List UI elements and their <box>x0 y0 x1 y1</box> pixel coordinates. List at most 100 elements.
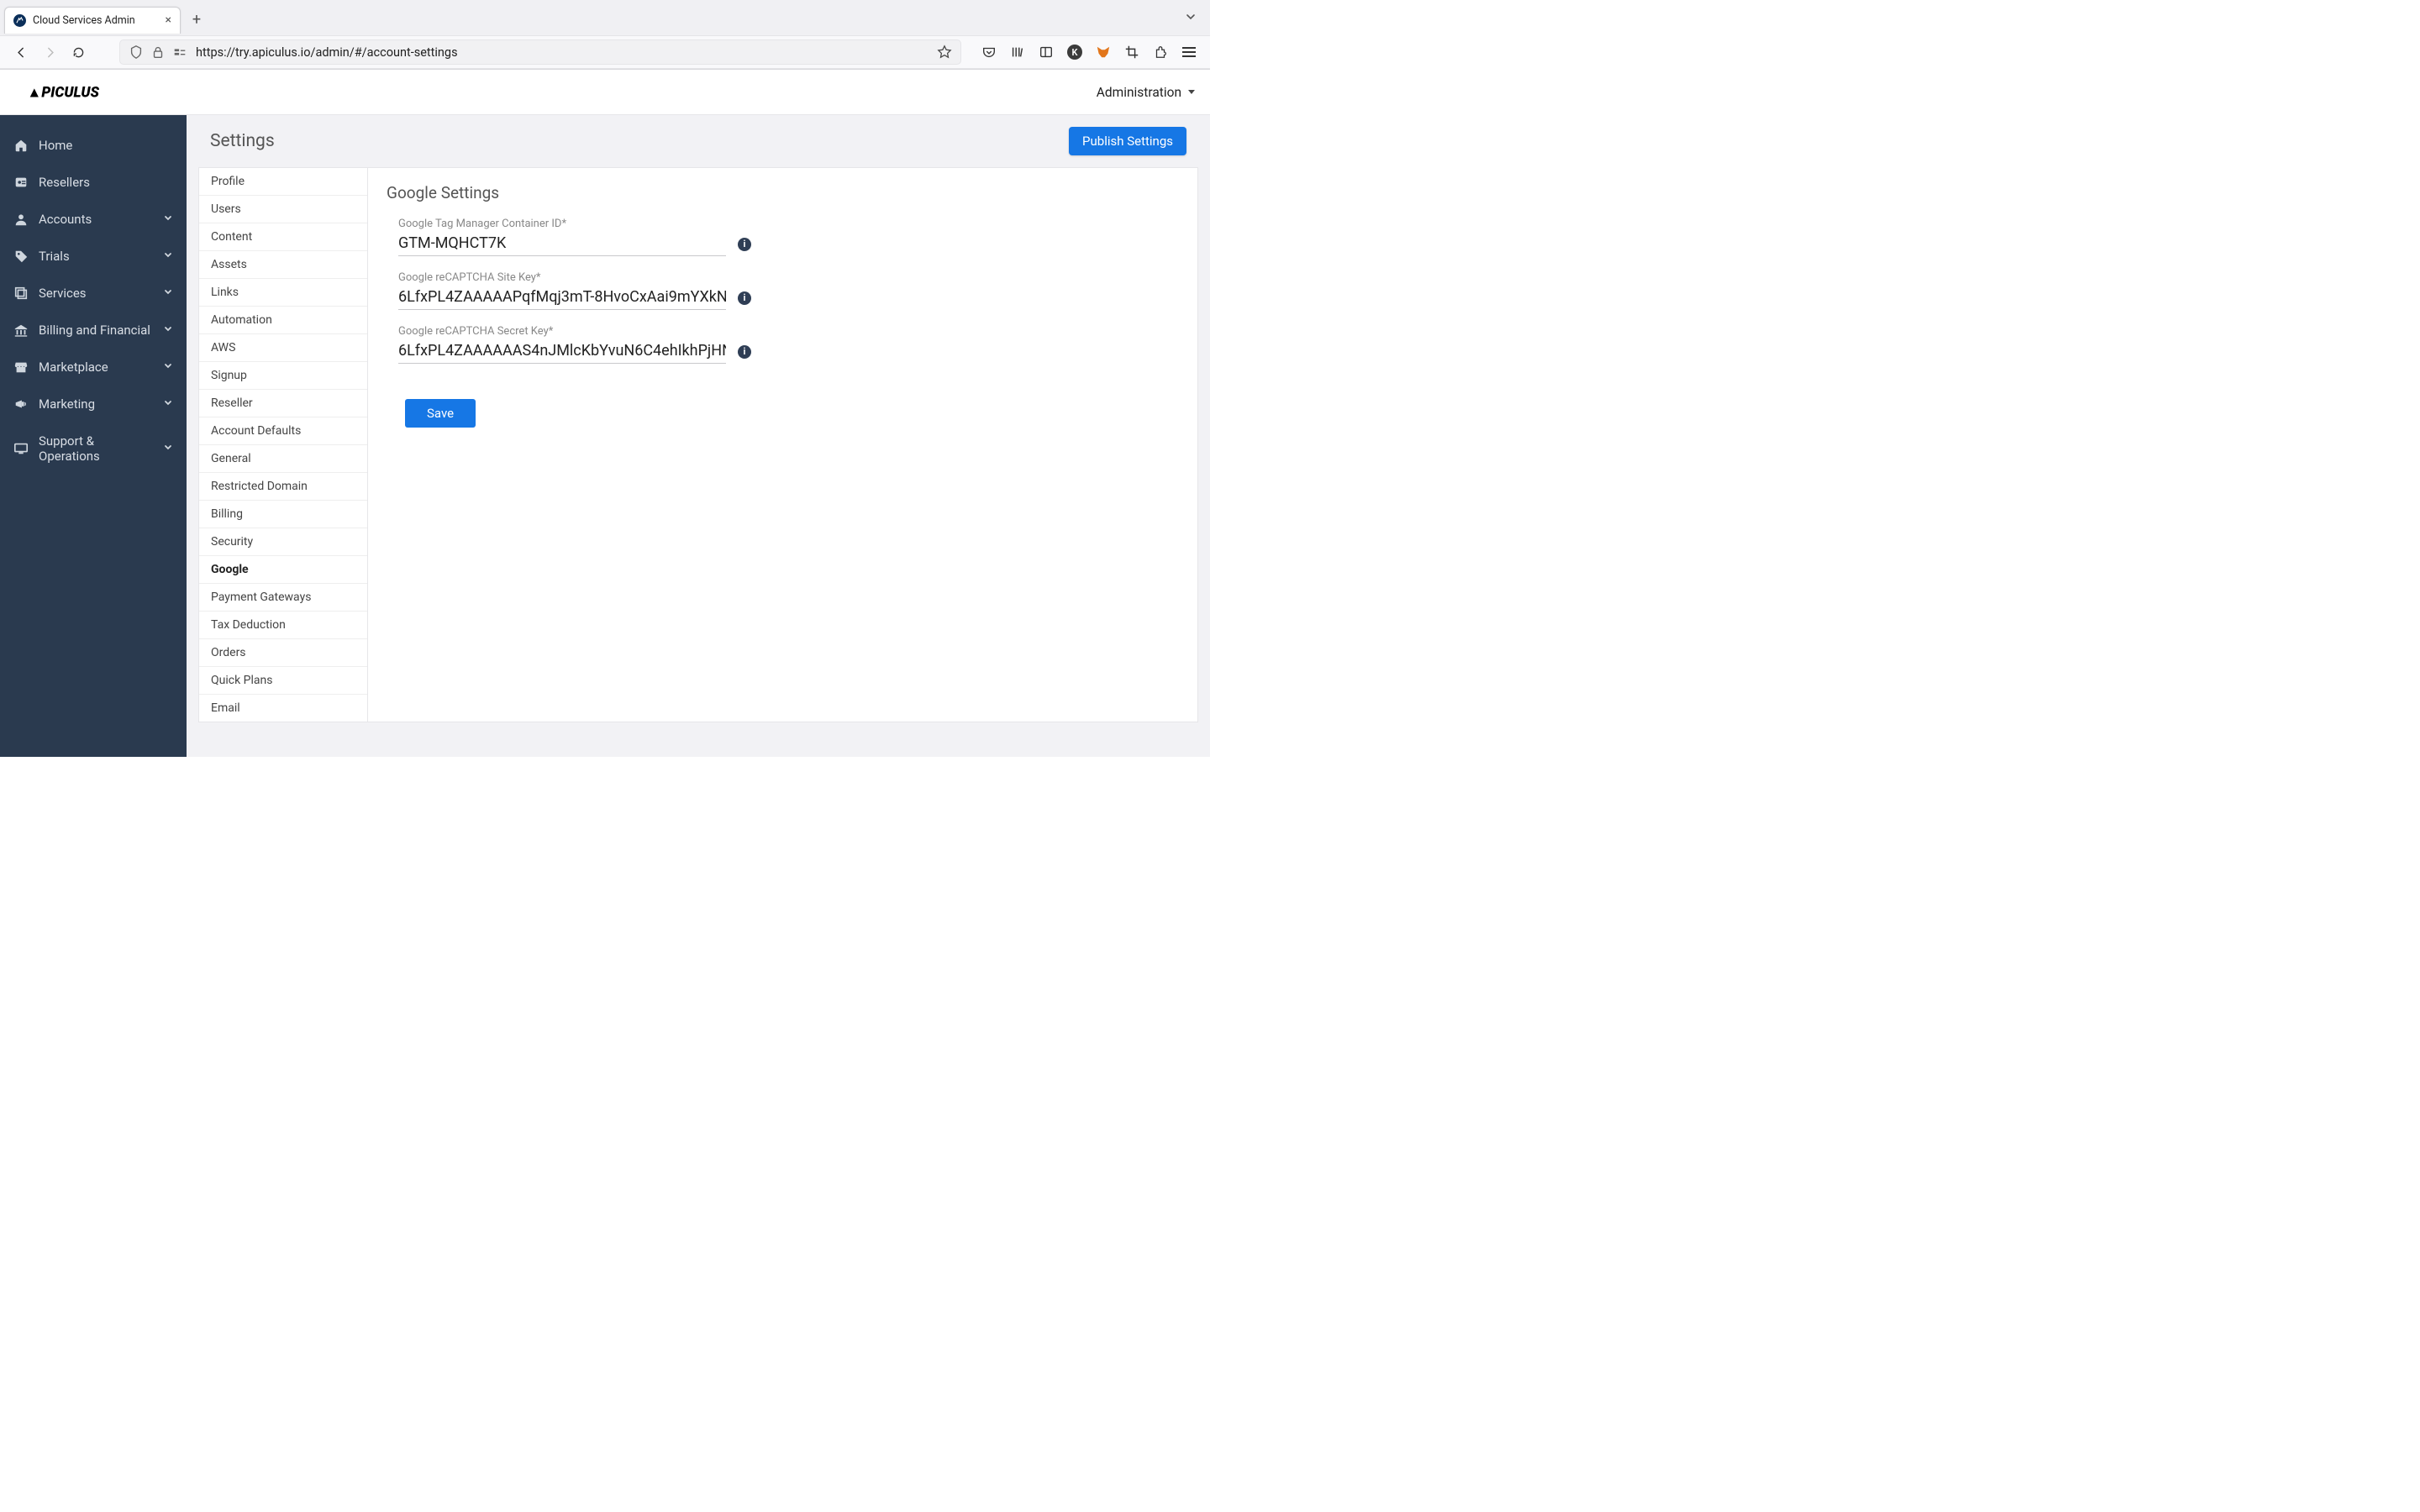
settings-nav-content[interactable]: Content <box>199 223 367 251</box>
field-label: Google Tag Manager Container ID* <box>398 218 751 230</box>
sidebar-item-label: Marketing <box>39 396 95 412</box>
settings-nav-tax-deduction[interactable]: Tax Deduction <box>199 612 367 639</box>
publish-settings-button[interactable]: Publish Settings <box>1069 127 1186 155</box>
settings-nav-payment-gateways[interactable]: Payment Gateways <box>199 584 367 612</box>
settings-nav-security[interactable]: Security <box>199 528 367 556</box>
google-settings-heading: Google Settings <box>387 183 1179 202</box>
sidebar-item-label: Home <box>39 138 72 153</box>
tab-strip: Cloud Services Admin × + <box>0 0 1210 35</box>
settings-panel: Google Settings Google Tag Manager Conta… <box>368 167 1198 722</box>
settings-nav-assets[interactable]: Assets <box>199 251 367 279</box>
field-input-2[interactable] <box>398 339 726 364</box>
sidebar-item-accounts[interactable]: Accounts <box>0 201 187 238</box>
sidebar-item-services[interactable]: Services <box>0 275 187 312</box>
url-input[interactable] <box>196 45 929 60</box>
megaphone-icon <box>13 396 29 412</box>
content-area: Settings Publish Settings ProfileUsersCo… <box>187 115 1210 757</box>
settings-nav-general[interactable]: General <box>199 445 367 473</box>
sidebar-item-resellers[interactable]: Resellers <box>0 164 187 201</box>
field-input-0[interactable] <box>398 232 726 256</box>
chevron-down-icon <box>163 286 173 301</box>
tag-icon <box>13 249 29 264</box>
sidebar-item-billing-and-financial[interactable]: Billing and Financial <box>0 312 187 349</box>
tabs-overflow-button[interactable] <box>1185 10 1197 26</box>
home-icon <box>13 138 29 153</box>
field-input-1[interactable] <box>398 286 726 310</box>
forward-button[interactable] <box>37 39 62 65</box>
sidebar-item-label: Marketplace <box>39 360 108 375</box>
lock-icon[interactable] <box>150 45 166 60</box>
library-icon[interactable] <box>1010 45 1025 60</box>
settings-nav-quick-plans[interactable]: Quick Plans <box>199 667 367 695</box>
menu-button[interactable] <box>1181 45 1197 60</box>
pocket-icon[interactable] <box>981 45 997 60</box>
sidebar-item-label: Billing and Financial <box>39 323 150 338</box>
page-title: Settings <box>210 131 275 151</box>
close-icon[interactable]: × <box>166 14 171 26</box>
settings-header: Settings Publish Settings <box>187 115 1210 167</box>
chevron-down-icon <box>163 323 173 338</box>
form-field: Google reCAPTCHA Secret Key* i <box>398 325 751 364</box>
chevron-down-icon <box>163 249 173 264</box>
sidebar-item-marketplace[interactable]: Marketplace <box>0 349 187 386</box>
back-button[interactable] <box>8 39 34 65</box>
permissions-icon[interactable] <box>172 45 187 60</box>
administration-label: Administration <box>1097 85 1181 100</box>
address-bar[interactable] <box>119 39 961 65</box>
field-label: Google reCAPTCHA Secret Key* <box>398 325 751 338</box>
puzzle-icon[interactable] <box>1153 45 1168 60</box>
reload-button[interactable] <box>66 39 91 65</box>
save-button[interactable]: Save <box>405 399 476 428</box>
settings-nav-billing[interactable]: Billing <box>199 501 367 528</box>
shield-icon[interactable] <box>129 45 144 60</box>
layers-icon <box>13 286 29 301</box>
settings-nav-orders[interactable]: Orders <box>199 639 367 667</box>
settings-nav-google[interactable]: Google <box>199 556 367 584</box>
sidebar-item-label: Trials <box>39 249 70 264</box>
settings-nav-email[interactable]: Email <box>199 695 367 722</box>
settings-nav-reseller[interactable]: Reseller <box>199 390 367 417</box>
form-field: Google Tag Manager Container ID* i <box>398 218 751 256</box>
settings-nav-account-defaults[interactable]: Account Defaults <box>199 417 367 445</box>
app-header: ▲PICULUS Administration <box>0 70 1210 115</box>
info-icon[interactable]: i <box>738 345 751 359</box>
settings-nav: ProfileUsersContentAssetsLinksAutomation… <box>198 167 368 722</box>
tab-favicon-icon <box>13 14 26 27</box>
monitor-icon <box>13 441 29 456</box>
settings-nav-automation[interactable]: Automation <box>199 307 367 334</box>
svg-text:▲PICULUS: ▲PICULUS <box>27 84 99 101</box>
settings-nav-users[interactable]: Users <box>199 196 367 223</box>
sidebar-item-marketing[interactable]: Marketing <box>0 386 187 423</box>
new-tab-button[interactable]: + <box>186 9 208 31</box>
info-icon[interactable]: i <box>738 291 751 305</box>
extensions-group: K <box>973 45 1202 60</box>
settings-nav-profile[interactable]: Profile <box>199 168 367 196</box>
extension-k-icon[interactable]: K <box>1067 45 1082 60</box>
settings-nav-signup[interactable]: Signup <box>199 362 367 390</box>
bookmark-star-icon[interactable] <box>937 45 952 60</box>
info-icon[interactable]: i <box>738 238 751 251</box>
sidebar-toggle-icon[interactable] <box>1039 45 1054 60</box>
badge-icon <box>13 175 29 190</box>
metamask-icon[interactable] <box>1096 45 1111 60</box>
sidebar-item-home[interactable]: Home <box>0 127 187 164</box>
form-field: Google reCAPTCHA Site Key*i <box>398 271 751 310</box>
brand-logo[interactable]: ▲PICULUS <box>24 83 150 102</box>
administration-dropdown[interactable]: Administration <box>1097 85 1195 100</box>
user-icon <box>13 212 29 227</box>
settings-nav-restricted-domain[interactable]: Restricted Domain <box>199 473 367 501</box>
sidebar-item-label: Resellers <box>39 175 90 190</box>
toolbar: K <box>0 35 1210 69</box>
sidebar-item-support-operations[interactable]: Support & Operations <box>0 423 187 475</box>
sidebar-item-label: Accounts <box>39 212 92 227</box>
sidebar-item-trials[interactable]: Trials <box>0 238 187 275</box>
browser-chrome: Cloud Services Admin × + <box>0 0 1210 70</box>
settings-nav-links[interactable]: Links <box>199 279 367 307</box>
chevron-down-icon <box>163 212 173 227</box>
crop-icon[interactable] <box>1124 45 1139 60</box>
chevron-down-icon <box>163 441 173 456</box>
sidebar-item-label: Support & Operations <box>39 433 153 464</box>
settings-nav-aws[interactable]: AWS <box>199 334 367 362</box>
store-icon <box>13 360 29 375</box>
browser-tab[interactable]: Cloud Services Admin × <box>4 7 181 34</box>
